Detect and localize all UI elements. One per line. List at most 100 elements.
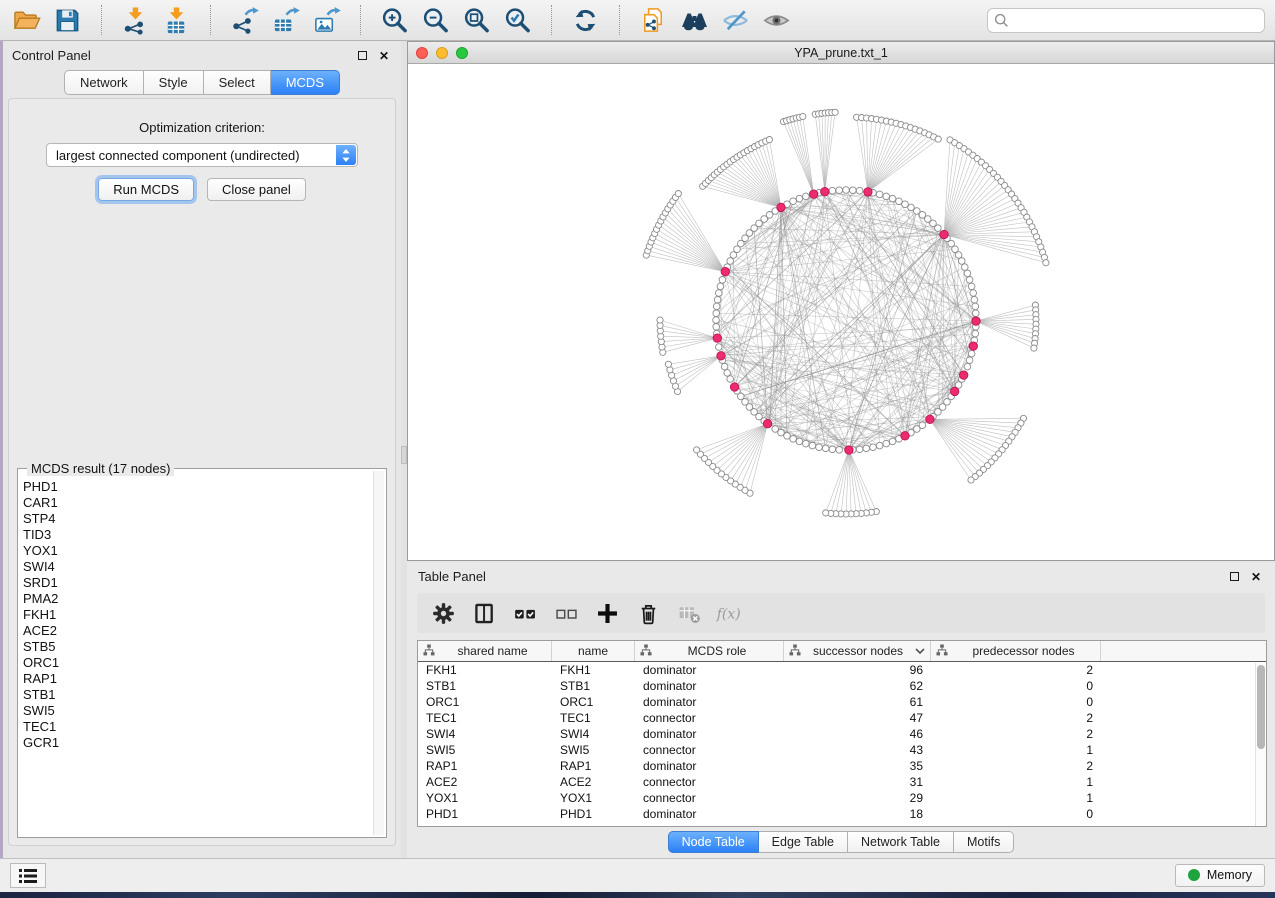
table-row[interactable]: STB1STB1dominator620 (418, 678, 1266, 694)
close-table-panel-icon[interactable]: ✕ (1251, 572, 1261, 582)
cell-predecessor-nodes: 2 (931, 758, 1101, 774)
table-row[interactable]: SWI4SWI4dominator462 (418, 726, 1266, 742)
scrollbar-thumb[interactable] (1257, 665, 1265, 749)
tab-mcds[interactable]: MCDS (271, 70, 340, 95)
mcds-result-item[interactable]: RAP1 (23, 671, 370, 687)
import-table-button[interactable] (160, 4, 193, 37)
mcds-result-list[interactable]: PHD1CAR1STP4TID3YOX1SWI4SRD1PMA2FKH1ACE2… (23, 479, 370, 835)
select-all-button[interactable] (511, 599, 539, 627)
run-mcds-button[interactable]: Run MCDS (98, 178, 194, 201)
toolbar-separator (551, 5, 552, 35)
toolbar-separator (360, 5, 361, 35)
task-history-button[interactable] (10, 863, 46, 888)
zoom-selected-button[interactable] (501, 4, 534, 37)
mcds-result-item[interactable]: FKH1 (23, 607, 370, 623)
export-network-button[interactable] (228, 4, 261, 37)
column-header-predecessor-nodes[interactable]: predecessor nodes (931, 641, 1101, 661)
zoom-fit-button[interactable] (460, 4, 493, 37)
mcds-result-item[interactable]: ACE2 (23, 623, 370, 639)
window-close-button[interactable] (416, 47, 428, 59)
table-row[interactable]: PHD1PHD1dominator180 (418, 806, 1266, 822)
mcds-result-item[interactable]: ORC1 (23, 655, 370, 671)
tab-node-table[interactable]: Node Table (668, 831, 759, 853)
tab-style[interactable]: Style (144, 70, 204, 95)
tab-network-table[interactable]: Network Table (848, 831, 954, 853)
save-button[interactable] (51, 4, 84, 37)
list-scrollbar[interactable] (373, 471, 384, 835)
add-icon (594, 600, 621, 627)
mcds-result-item[interactable]: SWI4 (23, 559, 370, 575)
mcds-result-item[interactable]: GCR1 (23, 735, 370, 751)
search-icon (994, 13, 1009, 33)
column-header-shared-name[interactable]: shared name (418, 641, 552, 661)
mcds-result-item[interactable]: YOX1 (23, 543, 370, 559)
gear-button[interactable] (429, 599, 457, 627)
network-graph[interactable] (408, 64, 1274, 560)
memory-button[interactable]: Memory (1175, 864, 1265, 887)
mcds-result-item[interactable]: STB5 (23, 639, 370, 655)
cell-shared-name: ORC1 (418, 694, 552, 710)
table-row[interactable]: ACE2ACE2connector311 (418, 774, 1266, 790)
table-row[interactable]: RAP1RAP1dominator352 (418, 758, 1266, 774)
mcds-result-item[interactable]: SWI5 (23, 703, 370, 719)
show-graphics-button[interactable] (760, 4, 793, 37)
trash-button[interactable] (634, 599, 662, 627)
mcds-result-item[interactable]: CAR1 (23, 495, 370, 511)
criterion-select[interactable]: largest connected component (undirected) (46, 143, 358, 167)
column-label: predecessor nodes (952, 644, 1095, 658)
column-header-MCDS-role[interactable]: MCDS role (635, 641, 784, 661)
mcds-result-item[interactable]: PHD1 (23, 479, 370, 495)
tab-network[interactable]: Network (64, 70, 144, 95)
optimization-criterion-label: Optimization criterion: (9, 120, 395, 135)
zoom-in-button[interactable] (378, 4, 411, 37)
window-zoom-button[interactable] (456, 47, 468, 59)
mcds-result-item[interactable]: SRD1 (23, 575, 370, 591)
column-header-name[interactable]: name (552, 641, 635, 661)
tab-edge-table[interactable]: Edge Table (759, 831, 848, 853)
export-table-button[interactable] (269, 4, 302, 37)
mcds-result-item[interactable]: PMA2 (23, 591, 370, 607)
add-button[interactable] (593, 599, 621, 627)
column-header-successor-nodes[interactable]: successor nodes (784, 641, 931, 661)
function-icon: f(x) (716, 600, 744, 627)
mcds-result-item[interactable]: TEC1 (23, 719, 370, 735)
import-network-button[interactable] (119, 4, 152, 37)
mcds-result-item[interactable]: TID3 (23, 527, 370, 543)
table-scrollbar[interactable] (1255, 663, 1266, 826)
binoculars-button[interactable] (678, 4, 711, 37)
import-table-icon (162, 6, 191, 35)
table-row[interactable]: FKH1FKH1dominator962 (418, 662, 1266, 678)
table-row[interactable]: TEC1TEC1connector472 (418, 710, 1266, 726)
network-canvas[interactable] (408, 64, 1274, 560)
cell-MCDS-role: dominator (635, 678, 784, 694)
table-panel: Table Panel ✕ f(x) shared namenameMCDS r… (407, 563, 1275, 858)
graph-nodes (643, 109, 1049, 517)
zoom-out-button[interactable] (419, 4, 452, 37)
tab-select[interactable]: Select (204, 70, 271, 95)
copy-document-button[interactable] (637, 4, 670, 37)
columns-button[interactable] (470, 599, 498, 627)
window-minimize-button[interactable] (436, 47, 448, 59)
column-label: successor nodes (805, 644, 911, 658)
float-panel-icon[interactable] (358, 51, 367, 60)
close-panel-icon[interactable]: ✕ (379, 51, 389, 61)
mcds-result-group: MCDS result (17 nodes) PHD1CAR1STP4TID3Y… (17, 468, 387, 838)
network-view-window: YPA_prune.txt_1 (407, 41, 1275, 561)
hide-graphics-button[interactable] (719, 4, 752, 37)
close-panel-button[interactable]: Close panel (207, 178, 306, 201)
float-table-panel-icon[interactable] (1230, 572, 1239, 581)
table-row[interactable]: YOX1YOX1connector291 (418, 790, 1266, 806)
refresh-button[interactable] (569, 4, 602, 37)
mcds-result-item[interactable]: STB1 (23, 687, 370, 703)
cell-MCDS-role: connector (635, 710, 784, 726)
table-header: shared namenameMCDS role successor nodes p… (418, 641, 1266, 662)
table-row[interactable]: ORC1ORC1dominator610 (418, 694, 1266, 710)
table-row[interactable]: SWI5SWI5connector431 (418, 742, 1266, 758)
tab-motifs[interactable]: Motifs (954, 831, 1014, 853)
search-input[interactable] (987, 8, 1265, 33)
deselect-all-icon (553, 600, 580, 627)
open-folder-button[interactable] (10, 4, 43, 37)
deselect-all-button[interactable] (552, 599, 580, 627)
export-image-button[interactable] (310, 4, 343, 37)
mcds-result-item[interactable]: STP4 (23, 511, 370, 527)
